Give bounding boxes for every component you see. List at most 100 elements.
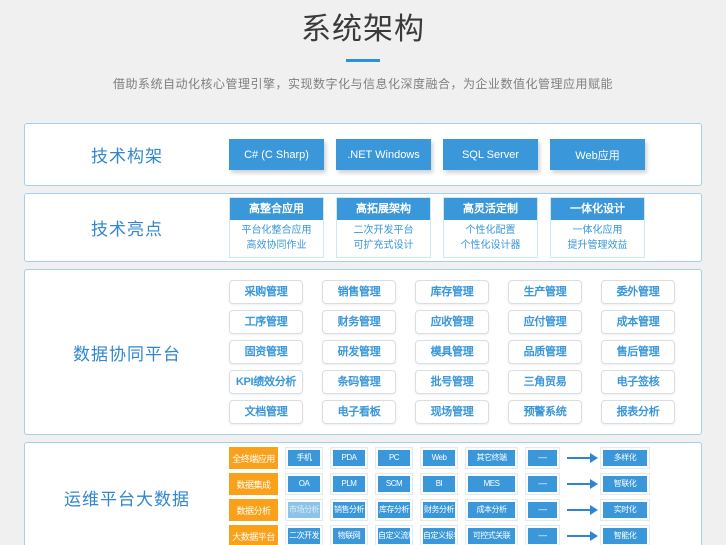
- bigdata-result-cell: 智联化: [600, 473, 650, 495]
- bigdata-cell: Web: [420, 447, 458, 469]
- bigdata-row-platform: 大数据平台 二次开发 物联网 自定义流程 自定义报表 可控式关联 ---- 智能…: [229, 525, 701, 545]
- module-pill[interactable]: 采购管理: [229, 280, 303, 304]
- module-pill[interactable]: 条码管理: [322, 370, 396, 394]
- bigdata-cell: 库存分析: [375, 499, 413, 521]
- module-pill[interactable]: 现场管理: [415, 400, 489, 424]
- bigdata-category-tag: 大数据平台: [229, 525, 278, 545]
- tech-button-dotnet[interactable]: .NET Windows: [336, 139, 431, 170]
- flow-arrow-icon: [567, 509, 591, 511]
- module-pill[interactable]: 电子看板: [322, 400, 396, 424]
- module-pill[interactable]: 文档管理: [229, 400, 303, 424]
- sections-wrapper: 技术构架 C# (C Sharp) .NET Windows SQL Serve…: [24, 123, 702, 545]
- highlight-card-line: 个性化设计器: [444, 238, 537, 253]
- page-title: 系统架构: [0, 12, 726, 48]
- flow-arrow-icon: [567, 457, 591, 459]
- highlight-card-flexible: 高灵活定制 个性化配置 个性化设计器: [443, 197, 538, 258]
- highlight-card-unified: 一体化设计 一体化应用 提升管理效益: [550, 197, 645, 258]
- bigdata-cell: SCM: [375, 473, 413, 495]
- tech-button-web[interactable]: Web应用: [550, 139, 645, 170]
- module-pill[interactable]: 固资管理: [229, 340, 303, 364]
- highlight-card-title: 一体化设计: [551, 198, 644, 220]
- flow-arrow-icon: [567, 535, 591, 537]
- bigdata-cell: 销售分析: [330, 499, 368, 521]
- module-pill[interactable]: 品质管理: [508, 340, 582, 364]
- bigdata-flow-rows: 全终端应用 手机 PDA PC Web 其它终端 ---- 多样化 数据集成 O…: [229, 443, 701, 545]
- page-subtitle: 借助系统自动化核心管理引擎，实现数字化与信息化深度融合，为企业数值化管理应用赋能: [0, 75, 726, 92]
- bigdata-cell: 二次开发: [285, 525, 323, 545]
- title-underline: [346, 59, 380, 62]
- collab-module-grid: 采购管理 销售管理 库存管理 生产管理 委外管理 工序管理 财务管理 应收管理 …: [229, 270, 701, 434]
- system-architecture-page: 系统架构 借助系统自动化核心管理引擎，实现数字化与信息化深度融合，为企业数值化管…: [0, 0, 726, 545]
- highlight-card-title: 高整合应用: [230, 198, 323, 220]
- bigdata-row-integration: 数据集成 OA PLM SCM BI MES ---- 智联化: [229, 473, 701, 495]
- bigdata-row-terminals: 全终端应用 手机 PDA PC Web 其它终端 ---- 多样化: [229, 447, 701, 469]
- bigdata-result-cell: 多样化: [600, 447, 650, 469]
- section-tech-stack: 技术构架 C# (C Sharp) .NET Windows SQL Serve…: [24, 123, 702, 186]
- module-pill[interactable]: 模具管理: [415, 340, 489, 364]
- section-collab-platform: 数据协同平台 采购管理 销售管理 库存管理 生产管理 委外管理 工序管理 财务管…: [24, 269, 702, 435]
- module-pill[interactable]: 应收管理: [415, 310, 489, 334]
- bigdata-cell-more: ----: [525, 499, 560, 521]
- bigdata-result-cell: 智能化: [600, 525, 650, 545]
- module-pill[interactable]: 财务管理: [322, 310, 396, 334]
- tech-button-csharp[interactable]: C# (C Sharp): [229, 139, 324, 170]
- module-pill[interactable]: 生产管理: [508, 280, 582, 304]
- bigdata-cell: 自定义报表: [420, 525, 458, 545]
- highlight-card-title: 高拓展架构: [337, 198, 430, 220]
- module-pill[interactable]: 销售管理: [322, 280, 396, 304]
- tech-stack-buttons: C# (C Sharp) .NET Windows SQL Server Web…: [229, 124, 701, 185]
- highlight-card-line: 提升管理效益: [551, 238, 644, 253]
- bigdata-cell: 物联网: [330, 525, 368, 545]
- bigdata-category-tag: 数据分析: [229, 499, 278, 521]
- bigdata-cell: PC: [375, 447, 413, 469]
- highlight-card-line: 可扩充式设计: [337, 238, 430, 253]
- bigdata-category-tag: 数据集成: [229, 473, 278, 495]
- bigdata-cell: OA: [285, 473, 323, 495]
- section-bigdata-label: 运维平台大数据: [25, 443, 229, 545]
- bigdata-cell-more: ----: [525, 473, 560, 495]
- module-pill[interactable]: 电子签核: [601, 370, 675, 394]
- module-pill[interactable]: 研发管理: [322, 340, 396, 364]
- bigdata-category-tag: 全终端应用: [229, 447, 278, 469]
- module-pill[interactable]: 应付管理: [508, 310, 582, 334]
- highlight-card-line: 高效协同作业: [230, 238, 323, 253]
- bigdata-cell: 成本分析: [465, 499, 518, 521]
- bigdata-cell: 可控式关联: [465, 525, 518, 545]
- bigdata-cell: PDA: [330, 447, 368, 469]
- module-pill[interactable]: 库存管理: [415, 280, 489, 304]
- module-pill[interactable]: 批号管理: [415, 370, 489, 394]
- bigdata-cell-more: ----: [525, 447, 560, 469]
- module-pill[interactable]: 售后管理: [601, 340, 675, 364]
- flow-arrow-icon: [567, 483, 591, 485]
- module-pill[interactable]: 报表分析: [601, 400, 675, 424]
- bigdata-cell: 市场分析: [285, 499, 323, 521]
- module-pill[interactable]: 三角贸易: [508, 370, 582, 394]
- bigdata-cell-more: ----: [525, 525, 560, 545]
- highlight-card-line: 个性化配置: [444, 223, 537, 238]
- highlight-cards: 高整合应用 平台化整合应用 高效协同作业 高拓展架构 二次开发平台 可扩充式设计…: [229, 194, 701, 261]
- highlight-card-line: 平台化整合应用: [230, 223, 323, 238]
- tech-button-sqlserver[interactable]: SQL Server: [443, 139, 538, 170]
- bigdata-cell: 手机: [285, 447, 323, 469]
- bigdata-cell: 自定义流程: [375, 525, 413, 545]
- module-pill[interactable]: 委外管理: [601, 280, 675, 304]
- highlight-card-extensible: 高拓展架构 二次开发平台 可扩充式设计: [336, 197, 431, 258]
- module-pill[interactable]: KPI绩效分析: [229, 370, 303, 394]
- bigdata-cell: MES: [465, 473, 518, 495]
- bigdata-cell: PLM: [330, 473, 368, 495]
- page-header: 系统架构 借助系统自动化核心管理引擎，实现数字化与信息化深度融合，为企业数值化管…: [0, 0, 726, 92]
- highlight-card-line: 二次开发平台: [337, 223, 430, 238]
- highlight-card-title: 高灵活定制: [444, 198, 537, 220]
- section-collab-label: 数据协同平台: [25, 270, 229, 434]
- module-pill[interactable]: 成本管理: [601, 310, 675, 334]
- bigdata-cell: 财务分析: [420, 499, 458, 521]
- highlight-card-integration: 高整合应用 平台化整合应用 高效协同作业: [229, 197, 324, 258]
- highlight-card-line: 一体化应用: [551, 223, 644, 238]
- module-pill[interactable]: 工序管理: [229, 310, 303, 334]
- section-bigdata: 运维平台大数据 全终端应用 手机 PDA PC Web 其它终端 ---- 多样…: [24, 442, 702, 545]
- section-highlights-label: 技术亮点: [25, 194, 229, 261]
- module-pill[interactable]: 预警系统: [508, 400, 582, 424]
- bigdata-cell: 其它终端: [465, 447, 518, 469]
- bigdata-result-cell: 实时化: [600, 499, 650, 521]
- bigdata-row-analysis: 数据分析 市场分析 销售分析 库存分析 财务分析 成本分析 ---- 实时化: [229, 499, 701, 521]
